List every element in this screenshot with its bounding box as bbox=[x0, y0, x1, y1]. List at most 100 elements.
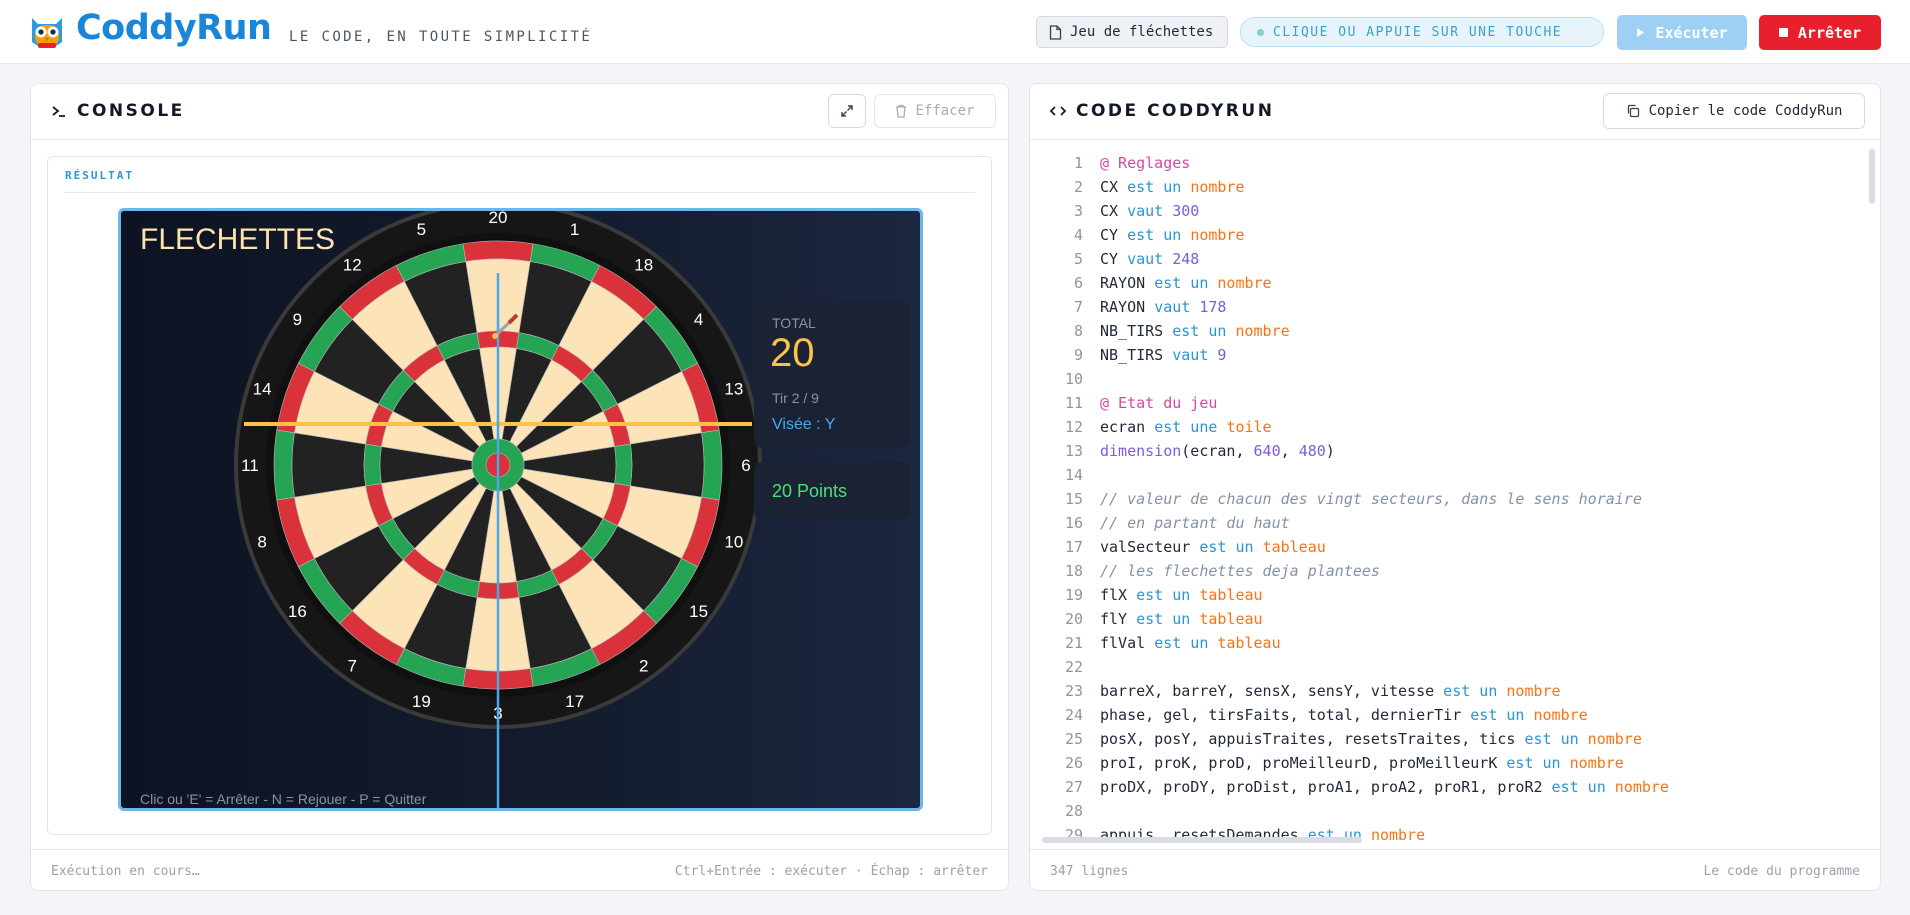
code-token: CX bbox=[1100, 178, 1128, 196]
line-number: 26 bbox=[1064, 754, 1083, 772]
code-token: 248 bbox=[1172, 250, 1200, 268]
code-editor[interactable]: 1 @ Reglages 2 CX est un nombre 3 CX vaut 300… bbox=[1030, 141, 1880, 841]
code-line: 22 bbox=[1030, 655, 1850, 679]
line-source: @ Etat du jeu bbox=[1100, 391, 1217, 415]
line-number: 15 bbox=[1064, 490, 1083, 508]
status-dot-icon bbox=[1257, 28, 1264, 36]
code-line: 23 barreX, barreY, sensX, sensY, vitesse … bbox=[1030, 679, 1850, 703]
result-divider bbox=[64, 192, 975, 193]
double-ring-segment bbox=[273, 429, 295, 501]
line-source: // valeur de chacun des vingt secteurs, … bbox=[1100, 487, 1642, 511]
play-icon bbox=[1637, 28, 1645, 37]
code-token: est un bbox=[1154, 274, 1218, 292]
code-header: CODE CODDYRUN Copier le code CoddyRun bbox=[1030, 84, 1880, 140]
line-number: 23 bbox=[1064, 682, 1083, 700]
clear-button[interactable]: Effacer bbox=[874, 94, 996, 128]
owl-logo-icon bbox=[32, 18, 62, 48]
code-token: toile bbox=[1226, 418, 1272, 436]
line-source: NB_TIRS vaut 9 bbox=[1100, 343, 1226, 367]
stop-button[interactable]: Arrêter bbox=[1759, 15, 1881, 50]
code-line: 11 @ Etat du jeu bbox=[1030, 391, 1850, 415]
copy-code-button[interactable]: Copier le code CoddyRun bbox=[1603, 93, 1865, 129]
line-number: 5 bbox=[1073, 250, 1083, 268]
code-token: valSecteur bbox=[1100, 538, 1200, 556]
line-number: 7 bbox=[1073, 298, 1083, 316]
line-source: dimension(ecran, 640, 480) bbox=[1100, 439, 1335, 463]
expand-button[interactable] bbox=[828, 94, 866, 128]
code-line: 16 // en partant du haut bbox=[1030, 511, 1850, 535]
code-token: nombre bbox=[1614, 778, 1669, 796]
code-token: nombre bbox=[1587, 730, 1642, 748]
code-token: est un bbox=[1127, 178, 1191, 196]
code-token: flVal bbox=[1100, 634, 1155, 652]
code-line: 7 RAYON vaut 178 bbox=[1030, 295, 1850, 319]
line-number: 28 bbox=[1064, 802, 1083, 820]
code-token: est un bbox=[1127, 226, 1191, 244]
line-number: 25 bbox=[1064, 730, 1083, 748]
code-title-text: CODE CODDYRUN bbox=[1076, 101, 1275, 121]
line-number: 9 bbox=[1073, 346, 1083, 364]
code-line: 19 flX est un tableau bbox=[1030, 583, 1850, 607]
line-source: CX vaut 300 bbox=[1100, 199, 1199, 223]
console-footer: Exécution en cours… Ctrl+Entrée : exécut… bbox=[31, 849, 1008, 890]
code-line: 2 CX est un nombre bbox=[1030, 175, 1850, 199]
line-number: 8 bbox=[1073, 322, 1083, 340]
line-number: 14 bbox=[1064, 466, 1083, 484]
top-bar: CoddyRun LE CODE, EN TOUTE SIMPLICITÉ Je… bbox=[0, 0, 1910, 64]
code-token: tableau bbox=[1199, 586, 1263, 604]
sector-number: 1 bbox=[570, 220, 579, 239]
line-source: proI, proK, proD, proMeilleurD, proMeill… bbox=[1100, 751, 1624, 775]
line-number: 3 bbox=[1073, 202, 1083, 220]
code-token: proDX, proDY, proDist, proA1, proA2, pro… bbox=[1100, 778, 1552, 796]
line-source: @ Reglages bbox=[1100, 151, 1190, 175]
line-source: CY est un nombre bbox=[1100, 223, 1245, 247]
execution-status: Exécution en cours… bbox=[51, 864, 200, 879]
game-canvas[interactable]: 2011841361015217319716811149125 FLECHETT… bbox=[118, 208, 923, 811]
line-source: // les flechettes deja plantees bbox=[1100, 559, 1380, 583]
horizontal-scrollbar[interactable] bbox=[1042, 837, 1362, 843]
line-source: CX est un nombre bbox=[1100, 175, 1245, 199]
code-line: 3 CX vaut 300 bbox=[1030, 199, 1850, 223]
line-source: proDX, proDY, proDist, proA1, proA2, pro… bbox=[1100, 775, 1669, 799]
code-token: phase, gel, tirsFaits, total, dernierTir bbox=[1100, 706, 1471, 724]
code-line: 21 flVal est un tableau bbox=[1030, 631, 1850, 655]
line-number: 17 bbox=[1064, 538, 1083, 556]
line-source: // en partant du haut bbox=[1100, 511, 1290, 535]
code-line: 4 CY est un nombre bbox=[1030, 223, 1850, 247]
code-token: est un bbox=[1524, 730, 1588, 748]
vertical-scrollbar[interactable] bbox=[1869, 149, 1875, 204]
input-hint-text: CLIQUE OU APPUIE SUR UNE TOUCHE bbox=[1273, 24, 1563, 40]
file-selector[interactable]: Jeu de fléchettes bbox=[1036, 16, 1228, 48]
line-number: 6 bbox=[1073, 274, 1083, 292]
tagline: LE CODE, EN TOUTE SIMPLICITÉ bbox=[289, 29, 593, 45]
code-token: dimension bbox=[1100, 442, 1182, 460]
keyboard-shortcuts: Ctrl+Entrée : exécuter · Échap : arrêter bbox=[674, 864, 988, 879]
sector-number: 10 bbox=[724, 533, 743, 552]
code-token: RAYON bbox=[1100, 274, 1155, 292]
line-number: 4 bbox=[1073, 226, 1083, 244]
line-source: valSecteur est un tableau bbox=[1100, 535, 1326, 559]
line-number: 10 bbox=[1064, 370, 1083, 388]
line-source: phase, gel, tirsFaits, total, dernierTir… bbox=[1100, 703, 1588, 727]
line-number: 2 bbox=[1073, 178, 1083, 196]
code-token: vaut bbox=[1127, 202, 1173, 220]
code-line: 27 proDX, proDY, proDist, proA1, proA2, p… bbox=[1030, 775, 1850, 799]
code-token: tableau bbox=[1199, 610, 1263, 628]
game-title: FLECHETTES bbox=[140, 223, 336, 256]
code-token: flY bbox=[1100, 610, 1137, 628]
score-card: TOTAL 20 Tir 2 / 9 Visée : Y bbox=[754, 301, 910, 448]
code-line: 5 CY vaut 248 bbox=[1030, 247, 1850, 271]
line-count: 347 lignes bbox=[1050, 864, 1129, 879]
last-points: 20 Points bbox=[772, 481, 848, 501]
code-line: 6 RAYON est un nombre bbox=[1030, 271, 1850, 295]
sector-number: 17 bbox=[565, 692, 584, 711]
line-source: posX, posY, appuisTraites, resetsTraites… bbox=[1100, 727, 1642, 751]
line-number: 20 bbox=[1064, 610, 1083, 628]
double-ring-segment bbox=[701, 429, 723, 501]
score-value: 20 bbox=[770, 331, 815, 375]
code-token: tableau bbox=[1262, 538, 1326, 556]
code-token: // les flechettes deja plantees bbox=[1100, 562, 1380, 580]
dart-tip bbox=[492, 333, 498, 339]
run-button[interactable]: Exécuter bbox=[1617, 15, 1747, 50]
line-source: flY est un tableau bbox=[1100, 607, 1263, 631]
